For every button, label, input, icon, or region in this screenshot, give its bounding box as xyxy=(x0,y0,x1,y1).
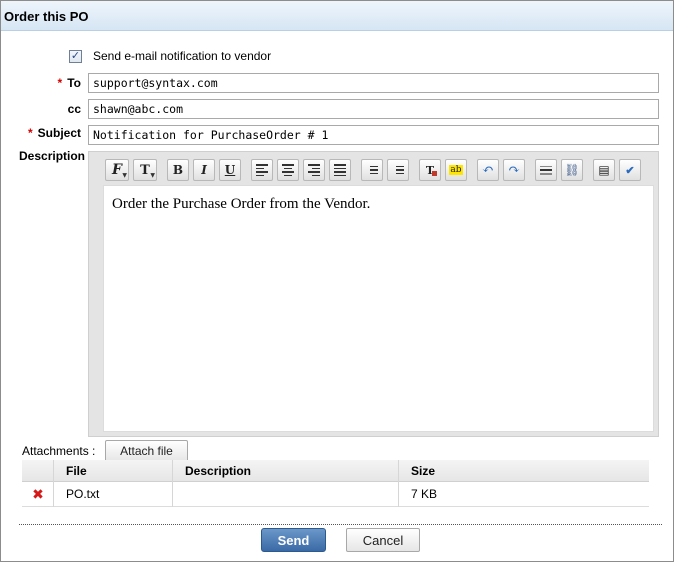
source-icon[interactable]: ▤ xyxy=(593,159,615,181)
editor-toolbar: F ▼ T ▼ B I U T ab ↶ ↷ ⛓ ▤ ✔ xyxy=(105,158,645,182)
notify-vendor-checkbox[interactable]: ✓ xyxy=(69,49,82,63)
column-divider xyxy=(53,460,54,507)
text-color-icon[interactable]: T xyxy=(419,159,441,181)
table-header: File Description Size xyxy=(22,460,649,482)
dialog-title: Order this PO xyxy=(4,9,89,24)
italic-icon[interactable]: I xyxy=(193,159,215,181)
cell-file: PO.txt xyxy=(66,487,100,501)
undo-icon[interactable]: ↶ xyxy=(477,159,499,181)
delete-icon[interactable]: ✖ xyxy=(31,487,45,501)
column-divider xyxy=(398,460,399,507)
underline-icon[interactable]: U xyxy=(219,159,241,181)
description-label: Description xyxy=(19,149,86,163)
order-po-dialog: Order this PO ✓ Send e-mail notification… xyxy=(0,0,674,562)
notify-vendor-row: ✓ Send e-mail notification to vendor xyxy=(69,48,271,64)
horizontal-rule-icon[interactable] xyxy=(535,159,557,181)
align-right-icon[interactable] xyxy=(303,159,325,181)
link-icon[interactable]: ⛓ xyxy=(561,159,583,181)
align-left-icon[interactable] xyxy=(251,159,273,181)
attach-file-button[interactable]: Attach file xyxy=(105,440,188,462)
attachments-table: File Description Size ✖ PO.txt 7 KB xyxy=(22,460,649,507)
numbered-list-icon[interactable] xyxy=(361,159,383,181)
subject-field[interactable]: Notification for PurchaseOrder # 1 xyxy=(88,125,659,145)
cancel-button[interactable]: Cancel xyxy=(346,528,420,552)
highlight-icon[interactable]: ab xyxy=(445,159,467,181)
align-center-icon[interactable] xyxy=(277,159,299,181)
column-divider xyxy=(172,460,173,507)
bullet-list-icon[interactable] xyxy=(387,159,409,181)
column-header-size: Size xyxy=(411,464,436,478)
to-label: * To xyxy=(58,76,81,90)
cell-size: 7 KB xyxy=(411,487,438,501)
editor-content: Order the Purchase Order from the Vendor… xyxy=(112,196,371,212)
editor-body[interactable]: Order the Purchase Order from the Vendor… xyxy=(103,185,654,432)
subject-label-text: Subject xyxy=(37,126,81,140)
subject-label: * Subject xyxy=(28,126,81,140)
cc-field[interactable]: shawn@abc.com xyxy=(88,99,659,119)
bold-icon[interactable]: B xyxy=(167,159,189,181)
required-marker: * xyxy=(57,76,63,90)
to-field[interactable]: support@syntax.com xyxy=(88,73,659,93)
dialog-titlebar: Order this PO xyxy=(1,1,673,31)
send-button[interactable]: Send xyxy=(261,528,326,552)
attachments-label: Attachments : xyxy=(22,444,96,458)
spellcheck-icon[interactable]: ✔ xyxy=(619,159,641,181)
redo-icon[interactable]: ↷ xyxy=(503,159,525,181)
table-row: ✖ PO.txt 7 KB xyxy=(22,482,649,507)
font-family-icon[interactable]: F ▼ xyxy=(105,159,129,181)
to-label-text: To xyxy=(67,76,81,90)
rich-text-editor: F ▼ T ▼ B I U T ab ↶ ↷ ⛓ ▤ ✔ Order the P… xyxy=(88,151,659,437)
column-header-description: Description xyxy=(185,464,252,478)
notify-vendor-label: Send e-mail notification to vendor xyxy=(93,49,272,63)
column-header-file: File xyxy=(66,464,87,478)
cc-label: cc xyxy=(67,102,81,116)
required-marker: * xyxy=(27,126,33,140)
justify-icon[interactable] xyxy=(329,159,351,181)
font-size-icon[interactable]: T ▼ xyxy=(133,159,157,181)
footer-divider xyxy=(19,524,662,525)
